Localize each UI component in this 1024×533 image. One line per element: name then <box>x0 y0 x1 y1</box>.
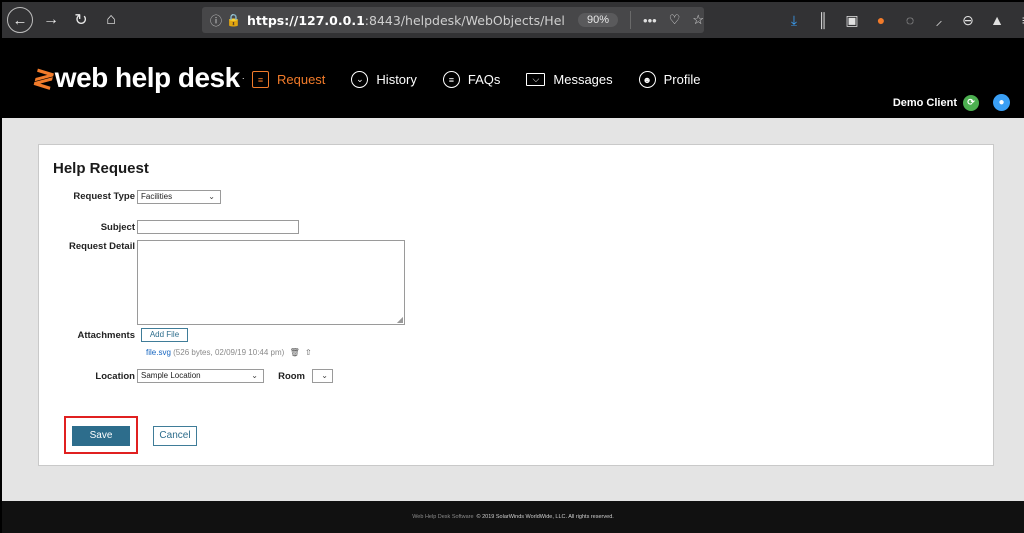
main-nav: ≡ Request ⌄ History ≡ FAQs ⌵ Messages ☻ … <box>252 71 727 88</box>
resize-grip-icon[interactable]: ◢ <box>397 315 403 324</box>
nav-faqs-label: FAQs <box>467 72 501 87</box>
request-detail-textarea[interactable]: ◢ <box>137 240 405 325</box>
page-actions-icon[interactable]: ••• <box>643 13 657 28</box>
room-label: Room <box>278 371 305 382</box>
back-arrow-icon[interactable]: ← <box>7 7 33 33</box>
location-label: Location <box>95 371 135 382</box>
person-icon: ☻ <box>638 71 656 88</box>
request-type-label: Request Type <box>73 191 135 202</box>
trash-icon[interactable]: 🗑 <box>290 348 300 357</box>
pocket-icon[interactable]: ♡ <box>669 12 681 28</box>
footer-copyright: © 2019 SolarWinds WorldWide, LLC. All ri… <box>476 514 614 520</box>
nav-history[interactable]: ⌄ History <box>351 71 417 88</box>
extension-cap-icon[interactable]: ▲ <box>985 12 1009 28</box>
envelope-icon: ⌵ <box>526 73 546 86</box>
page-title: Help Request <box>53 160 149 177</box>
url-host: https://127.0.0.1 <box>246 12 365 28</box>
logo-bird-icon: ≷ <box>31 62 53 93</box>
extension-shell-icon[interactable]: ◌ <box>898 12 922 28</box>
nav-faqs[interactable]: ≡ FAQs <box>442 71 501 88</box>
user-area: Demo Client ⟳ ● <box>893 94 1010 111</box>
request-detail-label: Request Detail <box>69 241 135 252</box>
nav-messages[interactable]: ⌵ Messages <box>526 72 613 87</box>
url-bar[interactable]: ⓘ 🔒 https://127.0.0.1:8443/helpdesk/WebO… <box>202 7 704 33</box>
nav-messages-label: Messages <box>553 72 613 87</box>
browser-toolbar: ← → ↻ ⌂ ⓘ 🔒 https://127.0.0.1:8443/helpd… <box>2 2 1024 38</box>
room-select[interactable]: ⌄ <box>312 369 333 383</box>
extension-circle-icon[interactable]: ⊖ <box>956 12 980 29</box>
status-globe-icon[interactable]: ⟳ <box>963 94 979 111</box>
nav-request[interactable]: ≡ Request <box>252 71 325 88</box>
browser-extensions: ⤓ ║ ▣ ● ◌ ⸝ ⊖ ▲ ≡ <box>782 2 1024 38</box>
home-icon[interactable]: ⌂ <box>99 8 123 32</box>
download-icon[interactable]: ⤓ <box>782 12 806 29</box>
extension-fox-icon[interactable]: ● <box>869 12 893 28</box>
attachment-link[interactable]: file.svg <box>146 348 171 357</box>
bookmark-star-icon[interactable]: ☆ <box>692 12 704 28</box>
app-header: ≷ web help desk · ≡ Request ⌄ History ≡ … <box>2 38 1024 118</box>
library-icon[interactable]: ║ <box>811 12 835 28</box>
subject-input[interactable] <box>137 220 299 234</box>
info-icon[interactable]: ⓘ <box>210 12 222 29</box>
attachment-meta: (526 bytes, 02/09/19 10:44 pm) <box>173 348 285 357</box>
nav-history-label: History <box>376 72 417 87</box>
save-button[interactable]: Save <box>72 426 130 446</box>
url-path: :8443/helpdesk/WebObjects/Helpdesk.woa/w… <box>364 12 566 28</box>
insecure-lock-icon[interactable]: 🔒 <box>226 13 241 27</box>
screen: ← → ↻ ⌂ ⓘ 🔒 https://127.0.0.1:8443/helpd… <box>0 0 1024 533</box>
list-icon: ≡ <box>252 71 269 88</box>
user-name[interactable]: Demo Client <box>893 97 957 109</box>
menu-icon[interactable]: ≡ <box>1014 12 1024 28</box>
sidebar-icon[interactable]: ▣ <box>840 12 864 29</box>
chevron-down-icon: ⌄ <box>251 371 258 380</box>
attachments-label: Attachments <box>77 330 135 341</box>
attachment-item: file.svg (526 bytes, 02/09/19 10:44 pm) … <box>146 348 312 357</box>
extension-dropper-icon[interactable]: ⸝ <box>927 11 951 30</box>
cancel-button[interactable]: Cancel <box>153 426 197 446</box>
forward-arrow-icon[interactable]: → <box>39 8 63 32</box>
url-divider <box>630 11 632 29</box>
nav-profile[interactable]: ☻ Profile <box>638 71 701 88</box>
upload-icon[interactable]: ⇧ <box>305 348 312 357</box>
logo-text: web help desk <box>54 62 240 93</box>
zoom-level[interactable]: 90% <box>578 13 619 27</box>
chevron-down-icon: ⌄ <box>208 192 215 201</box>
nav-request-label: Request <box>277 72 326 87</box>
chevron-circle-icon: ⌄ <box>351 71 369 88</box>
footer-software[interactable]: Web Help Desk Software <box>412 514 473 520</box>
request-type-value: Facilities <box>141 192 173 201</box>
faq-list-icon: ≡ <box>442 71 460 88</box>
help-request-panel: Help Request Request Type Facilities ⌄ S… <box>38 144 994 466</box>
add-file-button[interactable]: Add File <box>141 328 188 342</box>
request-type-select[interactable]: Facilities ⌄ <box>137 190 221 204</box>
location-value: Sample Location <box>141 371 201 380</box>
url-text[interactable]: https://127.0.0.1:8443/helpdesk/WebObjec… <box>247 13 566 28</box>
account-icon[interactable]: ● <box>993 94 1010 111</box>
footer: Web Help Desk Software © 2019 SolarWinds… <box>2 501 1024 533</box>
nav-profile-label: Profile <box>663 72 701 87</box>
reload-icon[interactable]: ↻ <box>69 8 93 32</box>
logo[interactable]: ≷ web help desk · <box>31 62 245 94</box>
subject-label: Subject <box>100 222 135 233</box>
chevron-down-icon: ⌄ <box>321 371 328 380</box>
logo-trademark: · <box>241 73 245 83</box>
location-select[interactable]: Sample Location ⌄ <box>137 369 264 383</box>
